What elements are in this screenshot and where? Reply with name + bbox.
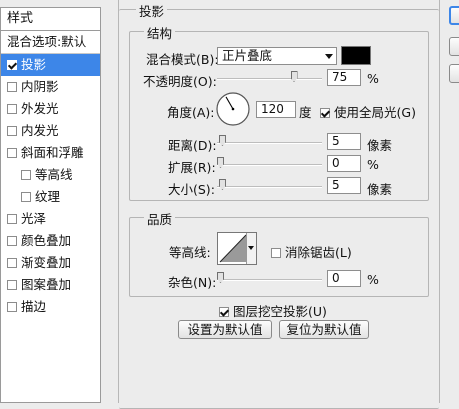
style-list: 样式 混合选项:默认 投影内阴影外发光内发光斜面和浮雕等高线纹理光泽颜色叠加渐变…	[0, 7, 101, 403]
style-item[interactable]: 内发光	[1, 120, 100, 142]
spread-label: 扩展(R):	[168, 160, 216, 175]
knockout-check[interactable]	[219, 307, 229, 317]
spread-slider-track	[217, 164, 322, 166]
quality-title: 品质	[144, 209, 176, 228]
contour-preview-icon	[219, 234, 247, 263]
angle-dial[interactable]	[215, 91, 251, 127]
size-label: 大小(S):	[168, 182, 215, 197]
style-item[interactable]: 图案叠加	[1, 274, 100, 296]
style-item-checkbox[interactable]	[7, 280, 17, 290]
blend-options-item[interactable]: 混合选项:默认	[1, 31, 100, 54]
blend-mode-select[interactable]: 正片叠底	[217, 47, 337, 65]
contour-dropdown[interactable]	[246, 233, 256, 264]
style-item-checkbox[interactable]	[7, 302, 17, 312]
style-item-label: 图案叠加	[21, 277, 72, 292]
style-item[interactable]: 纹理	[1, 186, 100, 208]
style-item-checkbox[interactable]	[7, 258, 17, 268]
style-item-checkbox[interactable]	[7, 60, 17, 70]
chevron-down-icon	[248, 246, 254, 250]
style-list-header: 样式	[1, 8, 100, 31]
style-item[interactable]: 描边	[1, 296, 100, 318]
contour-label: 等高线:	[169, 245, 211, 260]
global-light-check[interactable]	[320, 108, 330, 118]
style-item[interactable]: 外发光	[1, 98, 100, 120]
structure-title: 结构	[144, 23, 176, 42]
style-item[interactable]: 渐变叠加	[1, 252, 100, 274]
noise-slider-track	[217, 279, 322, 281]
style-item-checkbox[interactable]	[7, 214, 17, 224]
chevron-down-icon	[325, 54, 333, 59]
style-item-label: 等高线	[35, 167, 73, 182]
shadow-color-swatch[interactable]	[341, 46, 371, 65]
spread-unit: %	[367, 157, 379, 172]
knockout-checkbox[interactable]: 图层挖空投影(U)	[219, 301, 327, 320]
opacity-label: 不透明度(O):	[143, 74, 217, 89]
style-item-label: 内发光	[21, 123, 59, 138]
angle-label: 角度(A):	[167, 105, 215, 120]
size-input[interactable]: 5	[327, 177, 361, 194]
blend-mode-value: 正片叠底	[222, 48, 273, 63]
contour-picker[interactable]	[217, 232, 257, 265]
style-item-checkbox[interactable]	[21, 170, 31, 180]
style-item[interactable]: 等高线	[1, 164, 100, 186]
blend-mode-label: 混合模式(B):	[146, 52, 219, 67]
global-light-label: 使用全局光(G)	[334, 105, 416, 120]
size-unit: 像素	[367, 182, 393, 197]
style-item[interactable]: 光泽	[1, 208, 100, 230]
style-item-label: 纹理	[35, 189, 61, 204]
drop-shadow-panel: 投影 结构 混合模式(B): 正片叠底 不透明度(O): 75 % 角度(A):…	[118, 0, 440, 409]
size-slider-track	[217, 186, 322, 188]
ok-button-partial[interactable]	[449, 6, 459, 25]
distance-unit: 像素	[367, 138, 393, 153]
style-item[interactable]: 斜面和浮雕	[1, 142, 100, 164]
noise-unit: %	[367, 272, 379, 287]
style-item-label: 光泽	[21, 211, 47, 226]
style-item-checkbox[interactable]	[7, 104, 17, 114]
style-item-label: 外发光	[21, 101, 59, 116]
global-light-checkbox[interactable]: 使用全局光(G)	[320, 102, 416, 121]
style-items: 投影内阴影外发光内发光斜面和浮雕等高线纹理光泽颜色叠加渐变叠加图案叠加描边	[1, 54, 100, 318]
angle-unit: 度	[299, 105, 312, 120]
antialias-label: 消除锯齿(L)	[285, 245, 352, 260]
style-item-checkbox[interactable]	[21, 192, 31, 202]
distance-input[interactable]: 5	[327, 133, 361, 150]
style-item[interactable]: 内阴影	[1, 76, 100, 98]
angle-input[interactable]: 120	[256, 101, 296, 118]
opacity-unit: %	[367, 71, 379, 86]
cancel-button-partial[interactable]	[449, 37, 459, 56]
new-style-button-partial[interactable]	[449, 64, 459, 83]
style-item-label: 描边	[21, 299, 47, 314]
style-item-label: 颜色叠加	[21, 233, 72, 248]
style-item-checkbox[interactable]	[7, 82, 17, 92]
style-item-label: 渐变叠加	[21, 255, 72, 270]
distance-slider-track	[217, 142, 322, 144]
opacity-input[interactable]: 75	[327, 69, 361, 86]
noise-input[interactable]: 0	[327, 270, 361, 287]
knockout-label: 图层挖空投影(U)	[233, 304, 327, 319]
antialias-checkbox[interactable]: 消除锯齿(L)	[271, 242, 352, 261]
style-item-checkbox[interactable]	[7, 126, 17, 136]
style-item-checkbox[interactable]	[7, 236, 17, 246]
panel-title: 投影	[136, 1, 168, 20]
style-item[interactable]: 投影	[1, 54, 100, 76]
antialias-check[interactable]	[271, 248, 281, 258]
noise-label: 杂色(N):	[168, 275, 217, 290]
set-default-button[interactable]: 设置为默认值	[178, 320, 272, 339]
style-item-label: 斜面和浮雕	[21, 145, 84, 160]
distance-label: 距离(D):	[168, 138, 217, 153]
spread-input[interactable]: 0	[327, 155, 361, 172]
style-item-label: 内阴影	[21, 79, 59, 94]
style-item[interactable]: 颜色叠加	[1, 230, 100, 252]
style-item-checkbox[interactable]	[7, 148, 17, 158]
reset-default-button[interactable]: 复位为默认值	[279, 320, 369, 339]
opacity-slider-track	[217, 78, 322, 80]
style-item-label: 投影	[21, 57, 47, 72]
